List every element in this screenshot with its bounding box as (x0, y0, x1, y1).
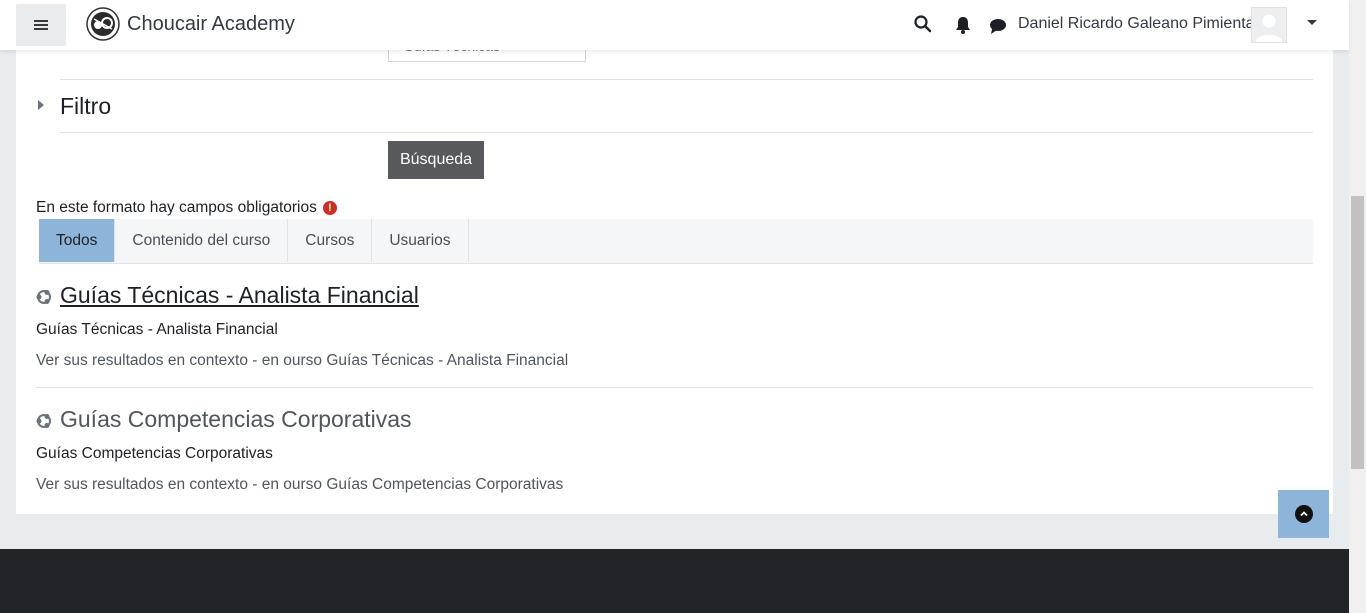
result-title-link[interactable]: Guías Competencias Corporativas (60, 406, 412, 433)
back-to-top-button[interactable] (1278, 490, 1329, 538)
result-item: Guías Técnicas - Analista Financial Guía… (36, 282, 568, 370)
menu-icon (34, 19, 48, 31)
bell-icon[interactable] (953, 15, 973, 35)
result-tabs: Todos Contenido del curso Cursos Usuario… (39, 219, 1313, 264)
search-icon[interactable] (913, 14, 933, 34)
divider (60, 79, 1313, 80)
tab-usuarios[interactable]: Usuarios (372, 219, 469, 262)
scrollbar-thumb[interactable] (1351, 196, 1364, 469)
result-title: Guías Competencias Corporativas (36, 406, 563, 433)
divider (60, 132, 1313, 133)
avatar[interactable] (1251, 7, 1287, 43)
brand-name: Choucair Academy (127, 12, 295, 35)
tab-contenido-del-curso[interactable]: Contenido del curso (115, 219, 289, 262)
brand-logo (86, 7, 120, 41)
course-icon (36, 414, 51, 428)
chevron-down-icon[interactable] (1307, 20, 1317, 25)
required-icon: ! (322, 201, 337, 215)
user-name[interactable]: Daniel Ricardo Galeano Pimienta (1018, 15, 1255, 33)
site-brand-link[interactable]: Choucair Academy (86, 7, 295, 41)
required-note-text: En este formato hay campos obligatorios (36, 199, 317, 216)
course-icon (36, 290, 51, 304)
result-subtitle: Guías Técnicas - Analista Financial (36, 321, 278, 338)
required-fields-note: En este formato hay campos obligatorios … (36, 199, 337, 217)
page-footer (0, 549, 1349, 613)
drawer-toggle-button[interactable] (16, 4, 66, 46)
filter-toggle[interactable]: Filtro (38, 93, 111, 120)
top-navbar: Choucair Academy Daniel Ricardo Galeano … (0, 0, 1349, 50)
tab-cursos[interactable]: Cursos (288, 219, 373, 262)
chat-icon[interactable] (988, 16, 1008, 36)
chevron-up-icon (1294, 505, 1313, 523)
caret-right-icon (38, 99, 44, 110)
filter-title: Filtro (60, 93, 112, 119)
result-title-link[interactable]: Guías Técnicas - Analista Financial (60, 282, 419, 309)
result-context: Ver sus resultados en contexto - en ours… (36, 476, 564, 493)
tab-todos[interactable]: Todos (39, 219, 116, 262)
divider (36, 387, 1313, 388)
result-item: Guías Competencias Corporativas Guías Co… (36, 406, 563, 494)
main-page: Guías Técnicas Filtro Búsqueda En este f… (16, 0, 1333, 514)
result-title: Guías Técnicas - Analista Financial (36, 282, 568, 309)
result-subtitle: Guías Competencias Corporativas (36, 445, 273, 462)
result-context: Ver sus resultados en contexto - en ours… (36, 352, 569, 369)
search-button[interactable]: Búsqueda (388, 141, 484, 179)
